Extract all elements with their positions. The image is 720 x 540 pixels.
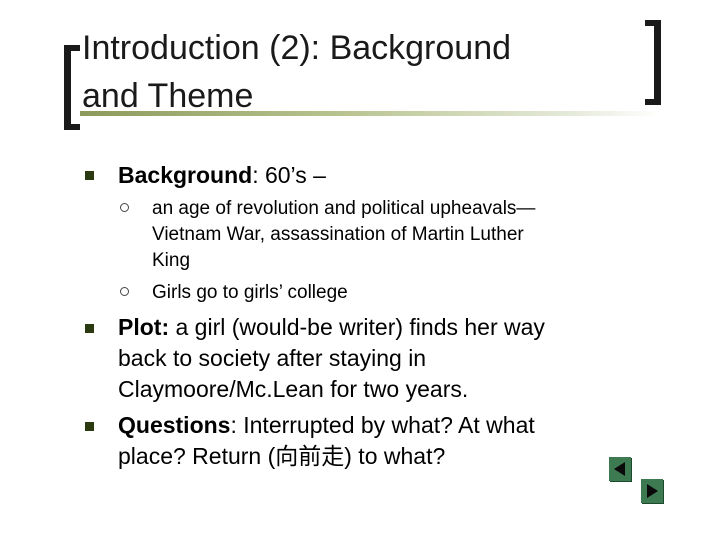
previous-slide-button[interactable] — [609, 457, 631, 481]
next-slide-button[interactable] — [641, 479, 663, 503]
triangle-right-icon — [647, 484, 658, 498]
square-bullet-icon — [85, 324, 94, 333]
sub-bullet-era: an age of revolution and political uphea… — [152, 196, 652, 274]
circle-bullet-icon — [120, 203, 129, 212]
square-bullet-icon — [85, 171, 94, 180]
title-line-1: Introduction (2): Background — [82, 29, 512, 67]
circle-bullet-icon — [120, 287, 129, 296]
sub-bullet-era-line-3: King — [152, 250, 191, 271]
questions-line-1: : Interrupted by what? At what — [230, 412, 535, 438]
left-bracket-decoration — [64, 45, 71, 130]
bullet-background: Background: 60’s – — [118, 160, 658, 191]
bullet-questions: Questions: Interrupted by what? At what … — [118, 410, 658, 472]
sub-bullet-college-text: Girls go to girls’ college — [152, 282, 348, 303]
questions-line-2: place? Return (向前走) to what? — [118, 443, 446, 469]
triangle-left-icon — [614, 462, 625, 476]
plot-line-2: back to society after staying in — [118, 345, 427, 371]
questions-label: Questions — [118, 412, 231, 438]
sub-bullet-college: Girls go to girls’ college — [152, 280, 652, 306]
right-bracket-bottom — [645, 99, 661, 105]
slide-title: Introduction (2): Background and Theme — [82, 24, 642, 120]
background-label: Background — [118, 162, 253, 188]
right-bracket-decoration — [654, 20, 661, 105]
background-text: : 60’s – — [252, 162, 326, 188]
sub-bullet-era-line-2: Vietnam War, assassination of Martin Lut… — [152, 224, 524, 245]
right-bracket-top — [645, 20, 661, 26]
bullet-plot: Plot: a girl (would-be writer) finds her… — [118, 312, 658, 405]
square-bullet-icon — [85, 422, 94, 431]
left-bracket-bottom — [64, 124, 80, 130]
sub-bullet-era-line-1: an age of revolution and political uphea… — [152, 198, 536, 219]
left-bracket-top — [64, 45, 80, 51]
plot-label: Plot: — [118, 314, 170, 340]
plot-line-3: Claymoore/Mc.Lean for two years. — [118, 376, 469, 402]
plot-line-1: a girl (would-be writer) finds her way — [169, 314, 545, 340]
title-line-2: and Theme — [82, 77, 254, 115]
